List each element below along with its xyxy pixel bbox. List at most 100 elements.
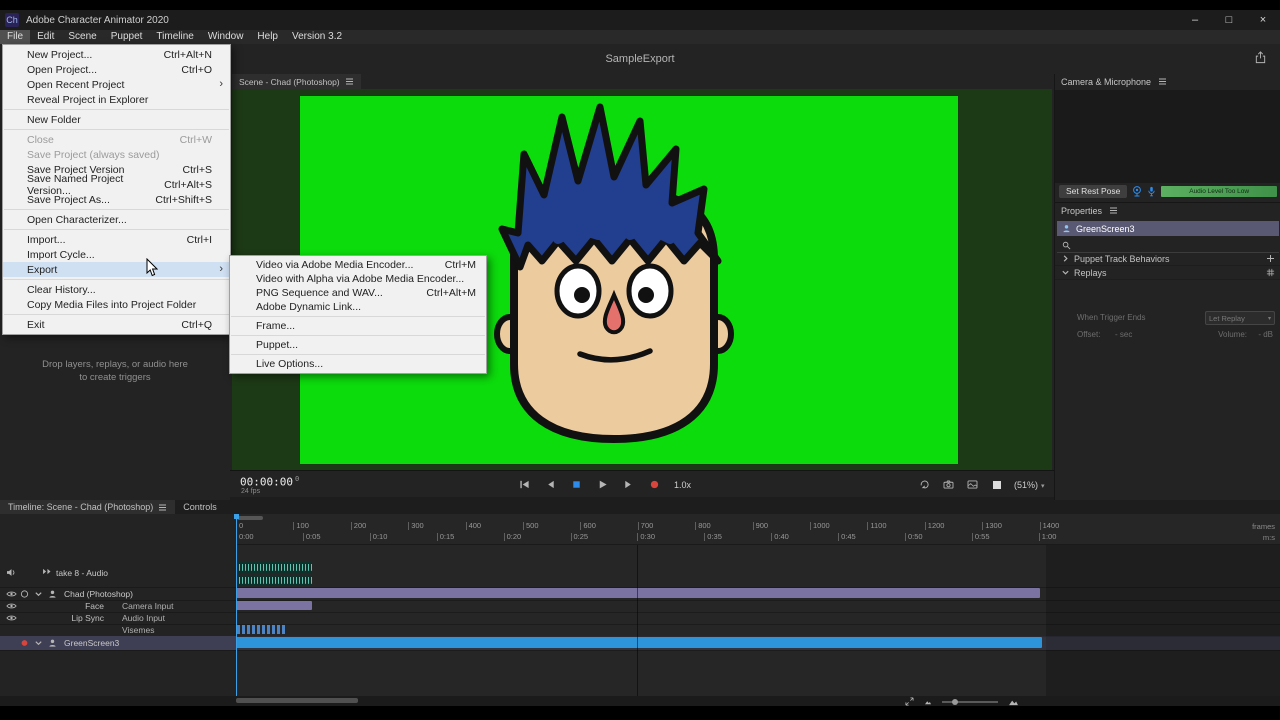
section-puppet-track-behaviors[interactable]: Puppet Track Behaviors	[1055, 252, 1280, 266]
puppet-chad[interactable]	[464, 99, 764, 444]
section-replays[interactable]: Replays	[1055, 266, 1280, 280]
properties-search[interactable]	[1057, 239, 1279, 253]
timeline-zoom-slider[interactable]	[942, 701, 998, 703]
playback-step-forward-icon[interactable]	[622, 478, 635, 491]
menu-item-video-with-alpha-via-adobe-media-encoder[interactable]: Video with Alpha via Adobe Media Encoder…	[230, 272, 486, 286]
eye-icon[interactable]	[6, 614, 17, 622]
playback-go-to-start-icon[interactable]	[518, 478, 531, 491]
menu-item-open-recent-project[interactable]: Open Recent Project›	[3, 77, 230, 92]
minimize-button[interactable]: –	[1178, 10, 1212, 30]
record-dot-icon[interactable]	[20, 639, 29, 648]
menu-item-video-via-adobe-media-encoder[interactable]: Video via Adobe Media Encoder...Ctrl+M	[230, 258, 486, 272]
track-header[interactable]: Visemes	[0, 624, 236, 636]
menu-item-new-project[interactable]: New Project...Ctrl+Alt+N	[3, 47, 230, 62]
menu-item-live-options[interactable]: Live Options...	[230, 357, 486, 371]
hamburger-icon[interactable]	[345, 78, 354, 85]
eye-icon[interactable]	[6, 602, 17, 610]
share-icon[interactable]	[1254, 51, 1267, 69]
timeline-clip[interactable]	[236, 588, 1040, 598]
menubar-item-scene[interactable]: Scene	[61, 30, 103, 44]
audio-waveform-clip[interactable]	[236, 575, 312, 586]
menu-item-png-sequence-and-wav[interactable]: PNG Sequence and WAV...Ctrl+Alt+M	[230, 286, 486, 300]
menu-item-label: Copy Media Files into Project Folder	[27, 299, 196, 311]
playback-loop-icon[interactable]	[918, 478, 931, 491]
zoom-in-icon[interactable]	[1008, 698, 1019, 706]
menu-item-save-project-always-saved[interactable]: Save Project (always saved)	[3, 147, 230, 162]
timeline-clip[interactable]	[236, 637, 1042, 648]
menu-item-shortcut: Ctrl+Shift+S	[155, 194, 212, 206]
playback-stop-icon[interactable]	[570, 478, 583, 491]
webcam-icon[interactable]	[1132, 186, 1142, 197]
maximize-button[interactable]: □	[1212, 10, 1246, 30]
grid-icon[interactable]	[1266, 268, 1275, 277]
horizontal-scrollbar-thumb[interactable]	[236, 698, 358, 703]
menubar-item-file[interactable]: File	[0, 30, 30, 44]
chevron-down-icon[interactable]	[34, 589, 43, 598]
menu-item-export[interactable]: Export›	[3, 262, 230, 277]
viseme-clips[interactable]	[237, 625, 285, 634]
menu-item-clear-history[interactable]: Clear History...	[3, 282, 230, 297]
menu-item-frame[interactable]: Frame...	[230, 319, 486, 333]
menu-item-new-folder[interactable]: New Folder	[3, 112, 230, 127]
selected-track-item[interactable]: GreenScreen3	[1057, 221, 1279, 236]
tab-timeline[interactable]: Timeline: Scene - Chad (Photoshop)	[0, 500, 175, 514]
menu-item-exit[interactable]: ExitCtrl+Q	[3, 317, 230, 332]
track-header[interactable]: Lip SyncAudio Input	[0, 612, 236, 624]
track-header[interactable]: Chad (Photoshop)	[0, 587, 236, 600]
menu-item-copy-media-files-into-project-folder[interactable]: Copy Media Files into Project Folder	[3, 297, 230, 312]
work-area-end-marker[interactable]	[637, 545, 638, 696]
track-header[interactable]: GreenScreen3	[0, 636, 236, 650]
menu-item-import[interactable]: Import...Ctrl+I	[3, 232, 230, 247]
eye-icon[interactable]	[6, 590, 17, 598]
menu-item-puppet[interactable]: Puppet...	[230, 338, 486, 352]
menu-item-close[interactable]: CloseCtrl+W	[3, 132, 230, 147]
zoom-slider-knob[interactable]	[952, 699, 958, 705]
fit-timeline-icon[interactable]	[905, 697, 914, 706]
menu-item-save-named-project-version[interactable]: Save Named Project Version...Ctrl+Alt+S	[3, 177, 230, 192]
viewport-zoom-level[interactable]: (51%)▾	[1014, 480, 1045, 490]
audio-waveform-clip[interactable]	[236, 562, 312, 573]
circle-icon[interactable]	[20, 589, 29, 598]
playback-step-back-icon[interactable]	[544, 478, 557, 491]
playback-camera-switch-icon[interactable]	[942, 478, 955, 491]
track-header[interactable]: take 8 - Audio	[0, 560, 236, 587]
hamburger-icon[interactable]	[1158, 78, 1167, 85]
menu-item-open-project[interactable]: Open Project...Ctrl+O	[3, 62, 230, 77]
timeline-clip[interactable]	[236, 601, 312, 610]
menubar-item-puppet[interactable]: Puppet	[104, 30, 150, 44]
timeline-zoom-scrollbar[interactable]	[237, 516, 263, 520]
menu-item-save-project-as[interactable]: Save Project As...Ctrl+Shift+S	[3, 192, 230, 207]
playback-snapshot-icon[interactable]	[966, 478, 979, 491]
menu-item-adobe-dynamic-link[interactable]: Adobe Dynamic Link...	[230, 300, 486, 314]
mic-icon[interactable]	[1147, 186, 1156, 197]
playhead[interactable]	[236, 514, 237, 696]
playback-matte-icon[interactable]	[990, 478, 1003, 491]
menu-item-reveal-project-in-explorer[interactable]: Reveal Project in Explorer	[3, 92, 230, 107]
chevron-down-icon: ▾	[1268, 315, 1271, 322]
hamburger-icon[interactable]	[1109, 207, 1118, 214]
menubar-item-help[interactable]: Help	[250, 30, 285, 44]
chevron-down-icon[interactable]	[34, 639, 43, 648]
hamburger-icon[interactable]	[158, 504, 167, 511]
set-rest-pose-button[interactable]: Set Rest Pose	[1059, 185, 1127, 198]
playback-speed[interactable]: 1.0x	[674, 480, 691, 490]
menu-separator	[4, 129, 229, 130]
tab-controls[interactable]: Controls	[175, 500, 225, 514]
playhead-handle[interactable]	[234, 514, 239, 519]
scene-tab[interactable]: Scene - Chad (Photoshop)	[232, 74, 361, 89]
menubar-item-version-3-2[interactable]: Version 3.2	[285, 30, 349, 44]
playback-play-icon[interactable]	[596, 478, 609, 491]
close-button[interactable]: ×	[1246, 10, 1280, 30]
triggers-drop-hint-line2: to create triggers	[0, 371, 230, 384]
when-trigger-ends-dropdown[interactable]: Let Replay ▾	[1205, 311, 1275, 325]
track-header[interactable]: FaceCamera Input	[0, 600, 236, 612]
plus-icon[interactable]	[1266, 254, 1275, 263]
menubar-item-window[interactable]: Window	[201, 30, 251, 44]
offset-value[interactable]: - sec	[1115, 330, 1132, 339]
playback-record-icon[interactable]	[648, 478, 661, 491]
zoom-out-icon[interactable]	[924, 699, 932, 705]
menubar-item-edit[interactable]: Edit	[30, 30, 61, 44]
menu-item-import-cycle[interactable]: Import Cycle...	[3, 247, 230, 262]
menubar-item-timeline[interactable]: Timeline	[149, 30, 200, 44]
menu-item-open-characterizer[interactable]: Open Characterizer...	[3, 212, 230, 227]
